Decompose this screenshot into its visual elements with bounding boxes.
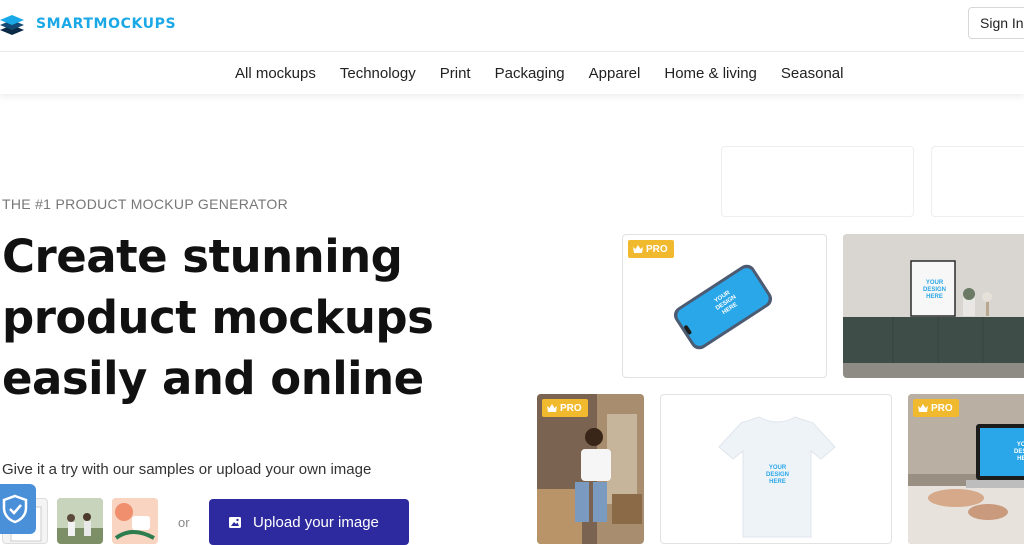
mockup-card-phone[interactable]: PRO YOUR DESIGN HERE <box>622 234 827 378</box>
brand-name: SMARTMOCKUPS <box>36 16 177 32</box>
sign-in-button[interactable]: Sign In <box>968 7 1024 39</box>
shield-check-icon <box>2 494 28 524</box>
or-separator: or <box>178 515 190 530</box>
interior-mockup-image <box>843 234 1024 378</box>
hero-eyebrow: THE #1 PRODUCT MOCKUP GENERATOR <box>2 196 288 212</box>
nav-item-home-living[interactable]: Home & living <box>664 65 757 82</box>
sample-thumbnail-3[interactable] <box>112 498 158 544</box>
mockup-card-ghost[interactable] <box>931 146 1024 217</box>
layers-logo-icon <box>0 12 24 36</box>
design-placeholder-text: YOURDESIGNHERE <box>766 465 790 485</box>
nav-item-seasonal[interactable]: Seasonal <box>781 65 844 82</box>
headline-line-2: product mockups <box>2 291 434 344</box>
design-placeholder-text: YOURDESIGNHERE <box>923 280 947 300</box>
upload-image-button[interactable]: Upload your image <box>209 499 409 545</box>
design-placeholder-text: YOURDESIGNHERE <box>1014 442 1024 462</box>
pro-badge: PRO <box>542 399 588 417</box>
upload-button-label: Upload your image <box>253 513 379 531</box>
top-bar: SMARTMOCKUPS Sign In <box>0 0 1024 52</box>
try-samples-text: Give it a try with our samples or upload… <box>2 461 372 478</box>
pro-badge: PRO <box>913 399 959 417</box>
mockup-card-laptop[interactable]: YOURDESIGNHERE PRO <box>908 394 1024 544</box>
nav-item-print[interactable]: Print <box>440 65 471 82</box>
nav-item-all-mockups[interactable]: All mockups <box>235 65 316 82</box>
mockup-card-tshirt[interactable]: YOUR DESIGN HERE <box>660 394 892 544</box>
mockup-card-ghost[interactable] <box>721 146 914 217</box>
crown-icon <box>547 404 557 412</box>
pro-badge: PRO <box>628 240 674 258</box>
nav-item-technology[interactable]: Technology <box>340 65 416 82</box>
image-upload-icon <box>229 516 241 528</box>
security-shield-widget[interactable] <box>0 484 36 534</box>
nav-item-apparel[interactable]: Apparel <box>589 65 641 82</box>
headline-line-1: Create stunning <box>2 230 403 283</box>
crown-icon <box>633 245 643 253</box>
sample-thumbnail-2[interactable] <box>57 498 103 544</box>
category-nav: All mockups Technology Print Packaging A… <box>0 52 1024 94</box>
nav-item-packaging[interactable]: Packaging <box>495 65 565 82</box>
hero-headline: Create stunning product mockups easily a… <box>2 226 522 409</box>
headline-line-3: easily and online <box>2 352 424 405</box>
mockup-card-interior[interactable]: YOUR DESIGN HERE <box>843 234 1024 378</box>
brand-logo[interactable]: SMARTMOCKUPS <box>0 10 176 38</box>
crown-icon <box>918 404 928 412</box>
mockup-card-person[interactable]: PRO <box>537 394 644 544</box>
